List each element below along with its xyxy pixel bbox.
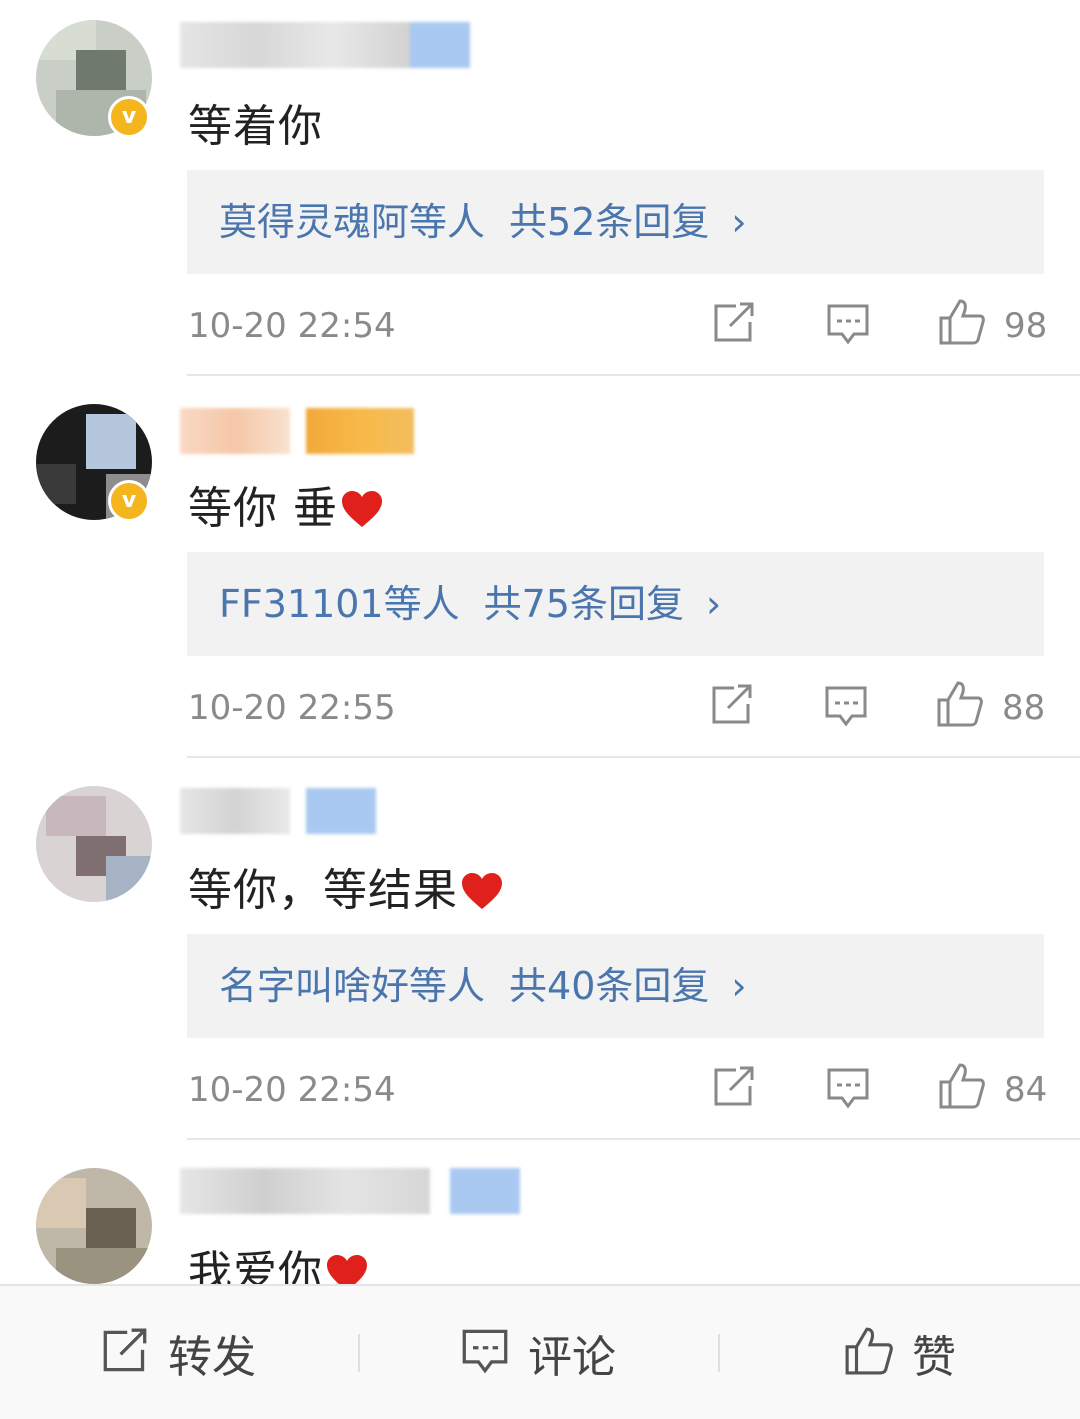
- like-count: 98: [1004, 306, 1048, 346]
- thumbs-up-icon[interactable]: [936, 680, 984, 728]
- replies-preview[interactable]: FF31101等人 共75条回复 ›: [187, 552, 1044, 656]
- timestamp: 10-20 22:54: [188, 306, 396, 346]
- comment-icon: [460, 1327, 510, 1379]
- comment-label: 评论: [528, 1331, 616, 1383]
- comment-item: 我爱你: [0, 1144, 1080, 1298]
- replies-preview[interactable]: 莫得灵魂阿等人 共52条回复 ›: [187, 170, 1044, 274]
- share-icon[interactable]: [712, 302, 756, 344]
- reply-count: 共52条回复: [509, 200, 710, 244]
- share-icon[interactable]: [712, 1066, 756, 1108]
- username-redacted[interactable]: [180, 22, 470, 68]
- verified-badge-icon: v: [108, 96, 150, 138]
- thumbs-up-icon[interactable]: [938, 298, 986, 346]
- timestamp: 10-20 22:55: [188, 688, 396, 728]
- share-icon: [100, 1328, 150, 1378]
- share-icon[interactable]: [710, 684, 754, 726]
- repost-label: 转发: [168, 1331, 256, 1383]
- reply-names: 莫得灵魂阿等人: [219, 200, 486, 244]
- comment-icon[interactable]: [824, 684, 868, 728]
- reply-names: FF31101等人: [219, 582, 460, 626]
- comment-meta: 10-20 22:54 84: [188, 1060, 1048, 1120]
- replies-preview[interactable]: 名字叫啥好等人 共40条回复 ›: [187, 934, 1044, 1038]
- comment-icon[interactable]: [826, 302, 870, 346]
- comment-item: 等你，等结果 名字叫啥好等人 共40条回复 › 10-20 22:54 84: [0, 762, 1080, 1140]
- username-redacted[interactable]: [180, 1168, 520, 1214]
- comment-button[interactable]: 评论: [460, 1286, 616, 1419]
- thumbs-up-icon[interactable]: [938, 1062, 986, 1110]
- repost-button[interactable]: 转发: [100, 1286, 256, 1419]
- divider: [187, 1138, 1080, 1140]
- reply-names: 名字叫啥好等人: [219, 964, 486, 1008]
- toolbar-separator: [718, 1334, 720, 1372]
- comment-icon[interactable]: [826, 1066, 870, 1110]
- like-button[interactable]: 赞: [844, 1286, 956, 1419]
- avatar[interactable]: [36, 786, 152, 902]
- thumbs-up-icon: [844, 1326, 894, 1380]
- comment-text: 等你，等结果: [188, 854, 502, 918]
- chevron-right-icon: ›: [731, 200, 747, 244]
- comment-item: v 等着你 莫得灵魂阿等人 共52条回复 › 10-20 22:54 98: [0, 0, 1080, 376]
- bottom-toolbar: 转发 评论 赞: [0, 1284, 1080, 1419]
- reply-count: 共75条回复: [483, 582, 684, 626]
- heart-icon: [340, 489, 382, 527]
- avatar[interactable]: [36, 1168, 152, 1284]
- chevron-right-icon: ›: [731, 964, 747, 1008]
- like-count: 88: [1002, 688, 1046, 728]
- toolbar-separator: [358, 1334, 360, 1372]
- comment-item: v 等你 垂 FF31101等人 共75条回复 › 10-20 22:55 88: [0, 380, 1080, 758]
- verified-badge-icon: v: [108, 480, 150, 522]
- comment-meta: 10-20 22:55 88: [188, 678, 1048, 738]
- comment-text: 等你 垂: [188, 472, 382, 536]
- divider: [187, 374, 1080, 376]
- timestamp: 10-20 22:54: [188, 1070, 396, 1110]
- like-label: 赞: [912, 1331, 956, 1383]
- username-redacted[interactable]: [180, 408, 414, 454]
- divider: [187, 756, 1080, 758]
- username-redacted[interactable]: [180, 788, 376, 834]
- chevron-right-icon: ›: [705, 582, 722, 626]
- reply-count: 共40条回复: [509, 964, 710, 1008]
- comment-meta: 10-20 22:54 98: [188, 296, 1048, 356]
- like-count: 84: [1004, 1070, 1048, 1110]
- comment-text: 等着你: [188, 101, 323, 152]
- heart-icon: [460, 871, 502, 909]
